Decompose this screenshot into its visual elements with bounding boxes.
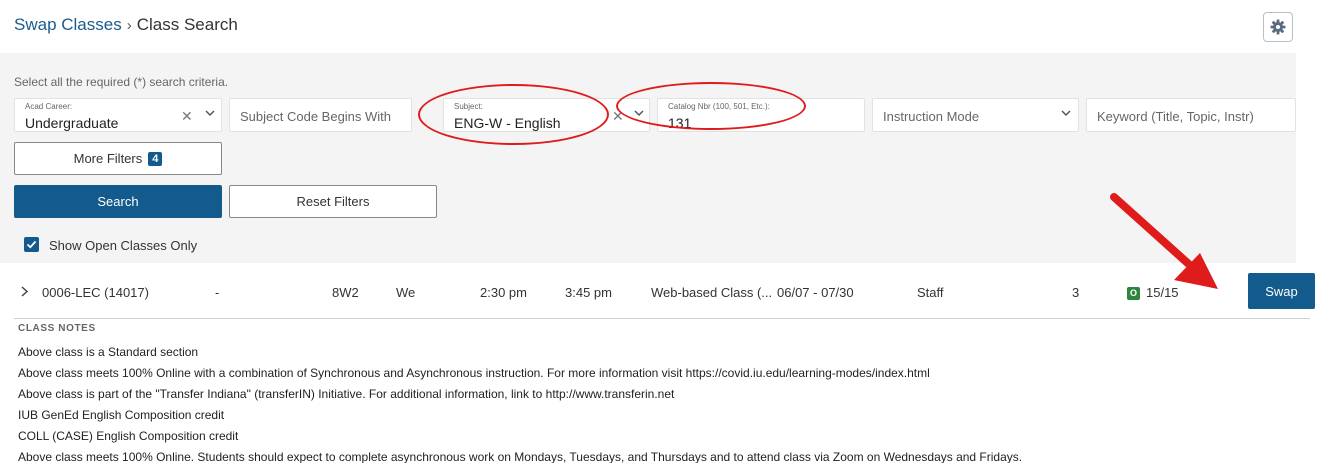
subject-code-placeholder: Subject Code Begins With — [240, 109, 392, 124]
acad-career-label: Acad Career: — [25, 102, 73, 111]
subject-highlight-ellipse — [418, 84, 609, 145]
open-classes-checkbox[interactable] — [24, 237, 39, 252]
location-cell: Web-based Class (... — [651, 285, 773, 300]
search-button[interactable]: Search — [14, 185, 222, 218]
reset-filters-label: Reset Filters — [296, 194, 370, 209]
dash-cell: - — [215, 285, 220, 300]
class-note: COLL (CASE) English Composition credit — [18, 429, 239, 443]
more-filters-button[interactable]: More Filters 4 — [14, 142, 222, 175]
open-classes-label: Show Open Classes Only — [49, 238, 198, 253]
keyword-input[interactable]: Keyword (Title, Topic, Instr) — [1086, 98, 1296, 132]
expand-row-button[interactable] — [20, 285, 29, 300]
class-note: Above class is a Standard section — [18, 345, 199, 359]
chevron-down-icon[interactable] — [1061, 108, 1071, 121]
close-icon[interactable]: ✕ — [181, 108, 193, 125]
search-instructions: Select all the required (*) search crite… — [14, 75, 229, 89]
acad-career-select[interactable]: Acad Career: Undergraduate ✕ — [14, 98, 222, 132]
instruction-mode-placeholder: Instruction Mode — [883, 109, 980, 124]
dates-cell: 06/07 - 07/30 — [777, 285, 854, 300]
breadcrumb-separator: › — [126, 17, 132, 34]
session-cell: 8W2 — [332, 285, 359, 300]
breadcrumb-swap-classes-link[interactable]: Swap Classes — [14, 15, 122, 34]
breadcrumb: Swap Classes › Class Search — [14, 15, 238, 35]
more-filters-label: More Filters — [73, 151, 143, 166]
subject-code-input[interactable]: Subject Code Begins With — [229, 98, 412, 132]
keyword-placeholder: Keyword (Title, Topic, Instr) — [1097, 109, 1254, 124]
chevron-down-icon[interactable] — [205, 108, 215, 121]
section-cell: 0006-LEC (14017) — [42, 285, 149, 300]
swap-button-label: Swap — [1265, 283, 1298, 299]
class-note: Above class is part of the "Transfer Ind… — [18, 387, 675, 401]
swap-button[interactable]: Swap — [1248, 273, 1315, 309]
instructor-cell: Staff — [917, 285, 944, 300]
days-cell: We — [396, 285, 416, 300]
end-time-cell: 3:45 pm — [565, 285, 612, 300]
checkmark-icon — [26, 240, 37, 249]
gear-icon — [1270, 19, 1286, 35]
acad-career-value: Undergraduate — [25, 115, 119, 131]
filter-count-badge: 4 — [148, 151, 163, 166]
class-notes-heading: CLASS NOTES — [18, 323, 96, 334]
row-divider — [14, 318, 1310, 319]
search-button-label: Search — [97, 194, 139, 209]
reset-filters-button[interactable]: Reset Filters — [229, 185, 437, 218]
units-cell: 3 — [1072, 285, 1080, 300]
start-time-cell: 2:30 pm — [480, 285, 527, 300]
class-note: IUB GenEd English Composition credit — [18, 408, 225, 422]
class-note: Above class meets 100% Online with a com… — [18, 366, 930, 380]
red-arrow-annotation — [1110, 193, 1218, 289]
catalog-highlight-ellipse — [616, 82, 806, 130]
class-note: Above class meets 100% Online. Students … — [18, 450, 1023, 463]
page-title: Class Search — [136, 15, 238, 34]
instruction-mode-select[interactable]: Instruction Mode — [872, 98, 1079, 132]
settings-button[interactable] — [1263, 12, 1293, 42]
chevron-right-icon — [21, 286, 29, 297]
